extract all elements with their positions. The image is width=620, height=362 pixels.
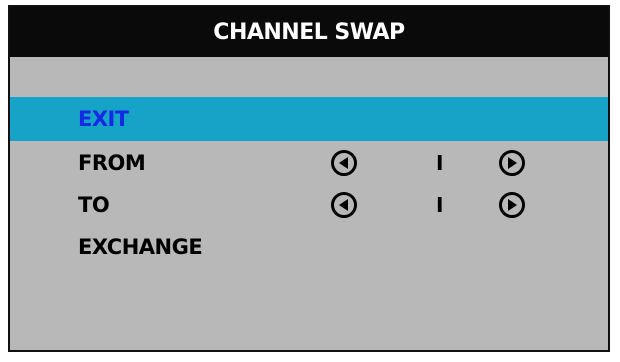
menu-item-to-label: TO: [78, 193, 110, 217]
arrow-left-circle-icon[interactable]: [331, 192, 357, 218]
arrow-right-circle-icon[interactable]: [499, 192, 525, 218]
menu-item-exchange[interactable]: EXCHANGE: [10, 227, 608, 267]
menu-item-from[interactable]: FROM I: [10, 143, 608, 183]
menu-item-exit-label: EXIT: [78, 107, 129, 131]
menu-title-bar: CHANNEL SWAP: [10, 7, 608, 57]
menu-item-exit[interactable]: EXIT: [10, 99, 608, 139]
menu-item-to[interactable]: TO I: [10, 185, 608, 225]
arrow-left-circle-icon[interactable]: [331, 150, 357, 176]
arrow-right-circle-icon[interactable]: [499, 150, 525, 176]
from-channel-value: I: [436, 151, 444, 175]
menu-item-from-label: FROM: [78, 151, 146, 175]
menu-item-exchange-label: EXCHANGE: [78, 235, 203, 259]
menu-title: CHANNEL SWAP: [213, 19, 405, 45]
osd-menu: CHANNEL SWAP EXIT FROM I TO I EXCHANGE: [8, 5, 610, 352]
to-channel-value: I: [436, 193, 444, 217]
